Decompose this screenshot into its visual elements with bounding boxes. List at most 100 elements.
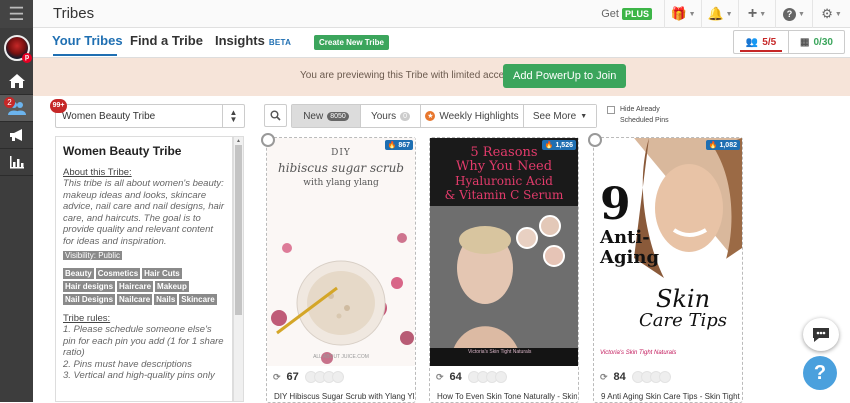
help-button[interactable]: ? bbox=[803, 356, 837, 390]
tag: Beauty bbox=[63, 268, 94, 279]
plus-badge: PLUS bbox=[621, 8, 652, 20]
home-icon[interactable] bbox=[0, 68, 33, 95]
pin-count: 867 bbox=[398, 142, 410, 149]
rule-1: 1. Please schedule someone else's pin fo… bbox=[63, 324, 224, 358]
info-scrollbar[interactable]: ▲ bbox=[233, 136, 244, 402]
page-title: Tribes bbox=[53, 5, 95, 22]
pin-repin-count-badge: 🔥 1,526 bbox=[541, 140, 576, 150]
about-label: About this Tribe: bbox=[63, 167, 132, 178]
pin-image-text-4: Skin bbox=[655, 285, 711, 313]
settings-gear-icon[interactable]: ⚙ ▼ bbox=[813, 0, 850, 28]
repin-count: 67 bbox=[286, 371, 299, 383]
tab-your-tribes[interactable]: Your Tribes bbox=[52, 33, 123, 48]
repin-icon: ⟳ bbox=[273, 371, 281, 382]
select-pin-circle[interactable] bbox=[261, 133, 275, 147]
tag: Hair designs bbox=[63, 281, 116, 292]
see-more-dropdown[interactable]: See More ▼ bbox=[524, 105, 596, 127]
tribe-select[interactable]: Women Beauty Tribe ▲ ▼ bbox=[55, 104, 245, 128]
search-button[interactable] bbox=[264, 104, 287, 127]
chat-button[interactable] bbox=[803, 318, 839, 351]
repinner-avatars bbox=[631, 371, 671, 383]
get-plus-link[interactable]: Get PLUS bbox=[589, 0, 665, 28]
members-count: 5/5 bbox=[762, 36, 777, 48]
pin-image-text-5: Care Tips bbox=[638, 310, 727, 331]
pin-image-text-2: Anti- bbox=[600, 227, 650, 248]
megaphone-icon[interactable] bbox=[0, 122, 33, 149]
tag: Makeup bbox=[155, 281, 189, 292]
pin-image-text-2: Why You Need bbox=[455, 159, 553, 174]
select-pin-circle[interactable] bbox=[588, 133, 602, 147]
hide-pins-checkbox[interactable] bbox=[607, 106, 615, 114]
repin-count: 64 bbox=[449, 371, 462, 383]
add-plus-icon[interactable]: + ▼ bbox=[739, 0, 776, 28]
preview-text: You are previewing this Tribe with limit… bbox=[300, 70, 515, 81]
active-tab-underline bbox=[53, 54, 117, 56]
see-more-label: See More bbox=[532, 110, 577, 122]
gift-icon[interactable]: 🎁 ▼ bbox=[665, 0, 702, 28]
filter-weekly-highlights[interactable]: ★ Weekly Highlights bbox=[421, 105, 524, 127]
preview-banner: You are previewing this Tribe with limit… bbox=[33, 58, 850, 96]
pin-title[interactable]: DIY Hibiscus Sugar Scrub with Ylang Ylan… bbox=[274, 392, 414, 401]
repinner-avatars bbox=[304, 371, 344, 383]
analytics-icon[interactable] bbox=[0, 149, 33, 176]
pin-card[interactable]: 9 Anti- Aging Skin Care Tips Victoria's … bbox=[588, 133, 743, 403]
left-sidebar: ☰ p 2 bbox=[0, 0, 33, 402]
pin-card[interactable]: DIY hibiscus sugar scrub with ylang ylan… bbox=[261, 133, 416, 403]
sidebar-badge: 2 bbox=[4, 97, 15, 108]
pin-filters: New 8050 Yours 0 ★ Weekly Highlights See… bbox=[291, 104, 597, 128]
repin-icon: ⟳ bbox=[436, 371, 444, 382]
tribe-select-value: Women Beauty Tribe bbox=[62, 110, 156, 122]
pin-image-text-3: with ylang ylang bbox=[303, 178, 379, 188]
tribes-icon[interactable]: 2 bbox=[0, 95, 33, 122]
add-powerup-button[interactable]: Add PowerUp to Join bbox=[503, 64, 627, 88]
notifications-bell-icon[interactable]: 🔔 ▼ bbox=[702, 0, 739, 28]
pin-title[interactable]: 9 Anti Aging Skin Care Tips - Skin Tight bbox=[601, 392, 741, 401]
tag: Hair Cuts bbox=[142, 268, 182, 279]
filter-new-count: 8050 bbox=[327, 111, 349, 121]
tribes-nav: Your Tribes Find a Tribe Insights BETA Cr… bbox=[33, 28, 850, 58]
members-stat[interactable]: 👥 5/5 bbox=[734, 31, 789, 53]
pin-image-text-2: hibiscus sugar scrub bbox=[278, 161, 404, 175]
filter-new-label: New bbox=[303, 110, 324, 122]
user-avatar[interactable]: p bbox=[0, 28, 33, 68]
tribe-tags: Beauty Cosmetics Hair Cuts Hair designs … bbox=[63, 268, 225, 305]
hide-scheduled-pins[interactable]: Hide Already Scheduled Pins bbox=[607, 104, 669, 126]
hide-pins-label-1: Hide Already bbox=[620, 106, 660, 113]
members-icon: 👥 bbox=[745, 36, 759, 48]
tag: Haircare bbox=[117, 281, 154, 292]
filter-new[interactable]: New 8050 bbox=[292, 105, 361, 127]
tribe-count-badge: 99+ bbox=[50, 99, 67, 113]
tab-insights-label: Insights bbox=[215, 33, 265, 48]
filter-yours-label: Yours bbox=[370, 110, 397, 122]
repin-count: 84 bbox=[613, 371, 626, 383]
submissions-stat[interactable]: ▦ 0/30 bbox=[789, 31, 844, 53]
tribe-info-panel: Women Beauty Tribe About this Tribe: Thi… bbox=[55, 136, 233, 402]
filter-highlights-label: Weekly Highlights bbox=[439, 110, 519, 122]
pin-repin-count-badge: 🔥 867 bbox=[384, 140, 413, 150]
pin-image-brand: Victoria's Skin Tight Naturals bbox=[600, 350, 677, 356]
pin-repin-count-badge: 🔥 1,082 bbox=[705, 140, 740, 150]
visibility-badge: Visibility: Public bbox=[63, 251, 122, 260]
tab-find-a-tribe[interactable]: Find a Tribe bbox=[130, 33, 203, 48]
tab-insights[interactable]: Insights BETA bbox=[215, 33, 291, 48]
select-arrows-icon: ▲ ▼ bbox=[222, 105, 244, 127]
tag: Nailcare bbox=[117, 294, 153, 305]
hamburger-menu-icon[interactable]: ☰ bbox=[0, 0, 33, 28]
top-bar: Tribes Get PLUS 🎁 ▼ 🔔 ▼ + ▼ ? ▼ ⚙ ▼ bbox=[33, 0, 850, 28]
rules-label: Tribe rules: bbox=[63, 313, 111, 324]
pin-image-text-4: & Vitamin C Serum bbox=[444, 188, 564, 202]
pinterest-icon: p bbox=[22, 53, 32, 63]
pin-title[interactable]: How To Even Skin Tone Naturally - Skin bbox=[437, 392, 577, 401]
pin-count: 1,082 bbox=[719, 142, 737, 149]
tribe-stats: 👥 5/5 ▦ 0/30 bbox=[733, 30, 845, 54]
tag: Skincare bbox=[179, 294, 217, 305]
beta-badge: BETA bbox=[268, 38, 292, 47]
tag: Nail Designs bbox=[63, 294, 116, 305]
help-question-icon[interactable]: ? ▼ bbox=[776, 0, 813, 28]
filter-yours[interactable]: Yours 0 bbox=[361, 105, 421, 127]
pin-card[interactable]: 5 Reasons Why You Need Hyaluronic Acid &… bbox=[429, 137, 579, 403]
tag: Cosmetics bbox=[95, 268, 141, 279]
chat-bubble-icon bbox=[813, 328, 829, 342]
create-new-tribe-button[interactable]: Create New Tribe bbox=[314, 35, 389, 50]
tribe-info-title: Women Beauty Tribe bbox=[63, 144, 182, 158]
